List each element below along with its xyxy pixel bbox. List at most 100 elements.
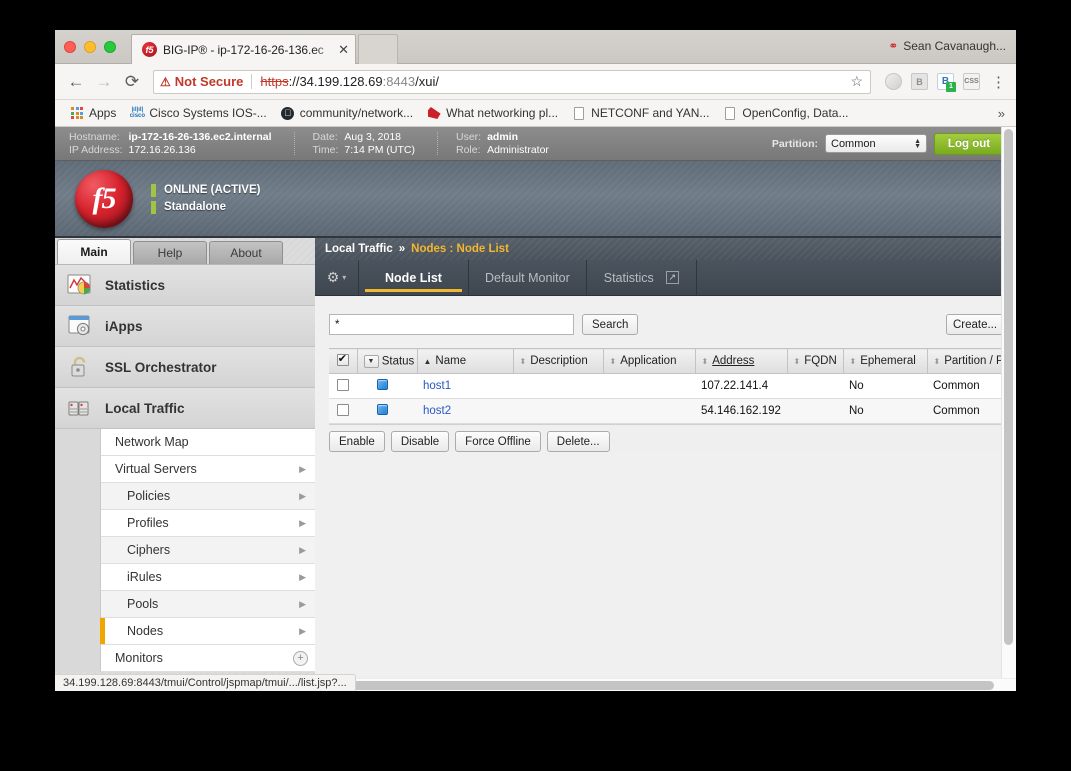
sidebar-item-local-traffic[interactable]: Local Traffic (55, 388, 315, 429)
column-application[interactable]: ⬍ Application (603, 348, 696, 374)
tab-main[interactable]: Main (57, 239, 131, 264)
table-row[interactable]: host1 107.22.141.4 No Common (329, 373, 1016, 399)
status-online: ONLINE (ACTIVE) (151, 183, 260, 197)
address-bar[interactable]: ⚠ Not Secure https://34.199.128.69:8443/… (153, 69, 871, 94)
forward-icon[interactable]: → (91, 69, 117, 95)
sidebar-item-virtual-servers[interactable]: Virtual Servers ▶ (101, 456, 315, 483)
force-offline-button[interactable]: Force Offline (455, 431, 541, 452)
close-icon[interactable]: ✕ (338, 42, 349, 58)
select-all-header[interactable] (329, 348, 358, 374)
sort-icon: ⬍ (793, 357, 801, 366)
back-icon[interactable]: ← (63, 69, 89, 95)
bookmark-cisco[interactable]: |ıl|ıl| cisco Cisco Systems IOS-... (123, 104, 273, 122)
sidebar-item-network-map[interactable]: Network Map (101, 429, 315, 456)
row-name-cell[interactable]: host2 (417, 398, 513, 424)
chrome-menu-icon[interactable]: ⋮ (989, 73, 1008, 91)
sidebar-item-iapps[interactable]: iApps (55, 306, 315, 347)
row-status-cell (357, 373, 417, 399)
logout-button[interactable]: Log out (934, 132, 1004, 155)
b-badge-icon[interactable]: B 1 (937, 73, 956, 92)
delete-button[interactable]: Delete... (546, 431, 610, 452)
bookmarks-overflow-icon[interactable]: » (998, 106, 1008, 121)
column-ephemeral[interactable]: ⬍ Ephemeral (843, 348, 928, 374)
sidebar-item-policies[interactable]: Policies ▶ (101, 483, 315, 510)
node-link[interactable]: host1 (423, 380, 451, 392)
url-scheme: https (260, 74, 289, 89)
minimize-window-button[interactable] (84, 41, 96, 53)
bookmark-apps[interactable]: Apps (63, 104, 123, 122)
sidebar-item-nodes[interactable]: Nodes ▶ (100, 618, 315, 645)
tab-about[interactable]: About (209, 241, 283, 264)
enable-button[interactable]: Enable (329, 431, 385, 452)
css-icon[interactable]: CSS (963, 73, 980, 90)
tab-statistics[interactable]: Statistics ↗ (587, 260, 697, 295)
chevron-down-icon: ▾ (342, 273, 347, 282)
select-all-checkbox[interactable] (336, 352, 349, 366)
table-row[interactable]: host2 54.146.162.192 No Common (329, 398, 1016, 424)
gear-menu-button[interactable]: ⚙ ▾ (315, 260, 359, 295)
close-window-button[interactable] (64, 41, 76, 53)
ip-address-value: 172.16.26.136 (128, 144, 196, 156)
column-fqdn[interactable]: ⬍ FQDN (787, 348, 844, 374)
search-button[interactable]: Search (582, 314, 639, 335)
browser-profile-chip[interactable]: ⚭ Sean Cavanaugh... (888, 39, 1006, 53)
sidebar-item-ssl-orchestrator[interactable]: SSL Orchestrator (55, 347, 315, 388)
column-address[interactable]: ⬍ Address (695, 348, 788, 374)
create-button[interactable]: Create... (946, 314, 1004, 335)
content-area: Local Traffic » Nodes : Node List ⚙ ▾ No… (315, 238, 1016, 690)
partition-value: Common (831, 137, 876, 150)
row-status-cell (357, 398, 417, 424)
column-label: Name (435, 355, 467, 367)
column-description[interactable]: ⬍ Description (513, 348, 604, 374)
sidebar-item-label: Pools (127, 597, 159, 611)
moon-icon[interactable] (885, 73, 902, 90)
sidebar-item-label: iRules (127, 570, 162, 584)
bookmark-networking[interactable]: What networking pl... (420, 104, 565, 122)
tab-default-monitor[interactable]: Default Monitor (469, 260, 587, 295)
add-icon[interactable]: + (293, 650, 308, 666)
b-icon[interactable]: B (911, 73, 928, 90)
bookmark-label: NETCONF and YAN... (591, 106, 710, 120)
column-status[interactable]: ▼ Status (357, 348, 418, 374)
browser-toolbar: ← → ⟳ ⚠ Not Secure https://34.199.128.69… (55, 64, 1016, 100)
bookmark-netconf[interactable]: NETCONF and YAN... (565, 104, 716, 122)
sidebar-item-ciphers[interactable]: Ciphers ▶ (101, 537, 315, 564)
sidebar-item-monitors[interactable]: Monitors + (101, 645, 315, 672)
popout-icon[interactable]: ↗ (665, 271, 679, 284)
status-filter-icon[interactable]: ▼ (363, 354, 379, 368)
sidebar-item-pools[interactable]: Pools ▶ (101, 591, 315, 618)
node-link[interactable]: host2 (423, 405, 451, 417)
tab-node-list[interactable]: Node List (359, 260, 469, 295)
datetime-info: Date: Aug 3, 2018 Time: 7:14 PM (UTC) (295, 131, 437, 156)
sidebar-item-label: SSL Orchestrator (105, 359, 217, 375)
row-checkbox[interactable] (337, 378, 349, 391)
maximize-window-button[interactable] (104, 41, 116, 53)
column-name[interactable]: ▲ Name (417, 348, 514, 374)
row-checkbox-cell[interactable] (329, 373, 357, 399)
row-application-cell (603, 398, 695, 424)
browser-tab-empty[interactable] (358, 34, 398, 64)
scrollbar-thumb[interactable] (1004, 129, 1013, 645)
bookmark-star-icon[interactable]: ☆ (850, 73, 863, 90)
bookmark-openconfig[interactable]: OpenConfig, Data... (716, 104, 855, 122)
chevron-right-icon: ▶ (299, 517, 306, 528)
row-checkbox[interactable] (337, 403, 349, 416)
sidebar-item-statistics[interactable]: Statistics (55, 265, 315, 306)
reload-icon[interactable]: ⟳ (119, 69, 145, 95)
sidebar-item-profiles[interactable]: Profiles ▶ (101, 510, 315, 537)
browser-tab-active[interactable]: f5 BIG-IP® - ip-172-16-26-136.ec ✕ (131, 34, 356, 64)
status-secondary-label: Standalone (164, 201, 226, 213)
scrollbar-track[interactable] (1004, 129, 1013, 688)
partition-select[interactable]: Common ▲ ▼ (825, 134, 927, 153)
row-checkbox-cell[interactable] (329, 398, 357, 424)
bookmark-community[interactable]:  community/network... (274, 104, 420, 122)
not-secure-indicator[interactable]: ⚠ Not Secure (160, 74, 243, 89)
chevron-right-icon: ▶ (299, 625, 306, 636)
sidebar-item-irules[interactable]: iRules ▶ (101, 564, 315, 591)
page-scrollbar-vertical[interactable] (1001, 127, 1016, 690)
table-header-row: ▼ Status ▲Name ⬍Description (329, 348, 1016, 374)
tab-help[interactable]: Help (133, 241, 207, 264)
disable-button[interactable]: Disable (390, 431, 450, 452)
row-name-cell[interactable]: host1 (417, 373, 513, 399)
search-input[interactable]: * (329, 314, 574, 335)
